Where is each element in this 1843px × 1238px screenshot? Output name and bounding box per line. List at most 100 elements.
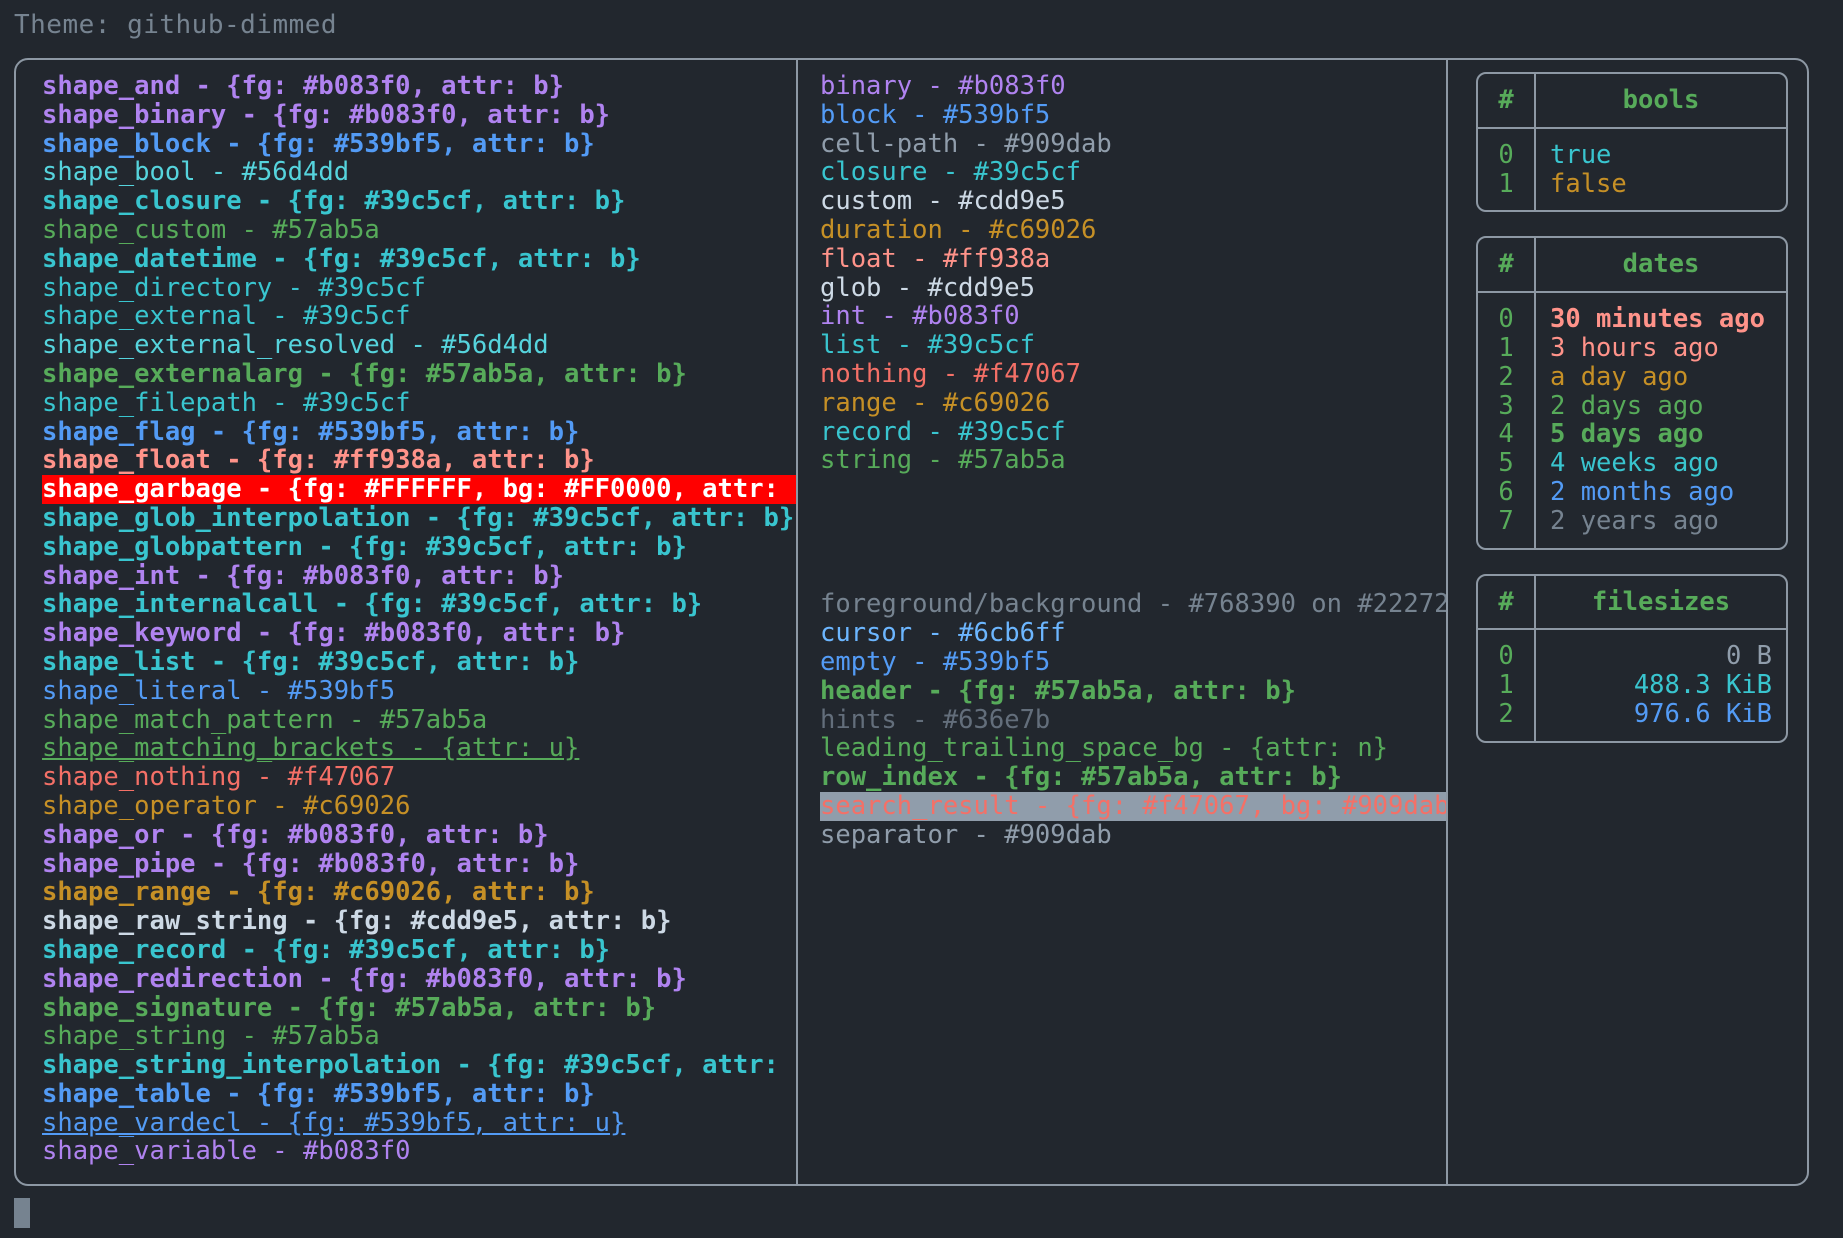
ui-element-line: cursor - #6cb6ff <box>820 619 1446 648</box>
row-index-cell: 0 <box>1478 305 1535 334</box>
row-value-cell: 4 weeks ago <box>1535 449 1786 478</box>
type-line: nothing - #f47067 <box>820 360 1446 389</box>
shape-line: shape_and - {fg: #b083f0, attr: b} <box>42 72 796 101</box>
row-index-cell: 0 <box>1478 642 1535 671</box>
terminal-cursor <box>14 1198 30 1228</box>
row-index-cell: 2 <box>1478 700 1535 729</box>
ui-element-line: leading_trailing_space_bg - {attr: n} <box>820 734 1446 763</box>
shape-line: shape_redirection - {fg: #b083f0, attr: … <box>42 965 796 994</box>
type-line: glob - #cdd9e5 <box>820 274 1446 303</box>
tables-host: #bools0true1false#dates030 minutes ago13… <box>1476 72 1807 743</box>
theme-label: Theme: github-dimmed <box>14 10 337 40</box>
column-header-filesizes: filesizes <box>1535 576 1786 630</box>
shape-line: shape_operator - #c69026 <box>42 792 796 821</box>
type-line: int - #b083f0 <box>820 302 1446 331</box>
ui-element-line: header - {fg: #57ab5a, attr: b} <box>820 677 1446 706</box>
shapes-list: shape_and - {fg: #b083f0, attr: b}shape_… <box>42 72 796 1166</box>
table-pad-bottom <box>1478 536 1786 548</box>
table-row: 45 days ago <box>1478 420 1786 449</box>
column-gap-2 <box>820 533 1446 591</box>
type-line: binary - #b083f0 <box>820 72 1446 101</box>
type-line: record - #39c5cf <box>820 418 1446 447</box>
table-row: 0true <box>1478 141 1786 170</box>
pad-cell <box>1535 198 1786 210</box>
column-header-index: # <box>1478 74 1535 128</box>
theme-preview-panel: shape_and - {fg: #b083f0, attr: b}shape_… <box>14 58 1809 1186</box>
row-value-cell: a day ago <box>1535 363 1786 392</box>
shape-line: shape_external_resolved - #56d4dd <box>42 331 796 360</box>
table-row: 13 hours ago <box>1478 334 1786 363</box>
type-line: cell-path - #909dab <box>820 130 1446 159</box>
shape-line: shape_externalarg - {fg: #57ab5a, attr: … <box>42 360 796 389</box>
table-row: 030 minutes ago <box>1478 305 1786 334</box>
pad-cell <box>1478 198 1535 210</box>
type-line: block - #539bf5 <box>820 101 1446 130</box>
table-pad-bottom <box>1478 729 1786 741</box>
row-value-cell: 30 minutes ago <box>1535 305 1786 334</box>
shape-line: shape_custom - #57ab5a <box>42 216 796 245</box>
shape-line: shape_nothing - #f47067 <box>42 763 796 792</box>
type-line: range - #c69026 <box>820 389 1446 418</box>
shape-line: shape_range - {fg: #c69026, attr: b} <box>42 878 796 907</box>
tables-column: #bools0true1false#dates030 minutes ago13… <box>1448 60 1807 1184</box>
row-value-cell: true <box>1535 141 1786 170</box>
terminal-screen: Theme: github-dimmed shape_and - {fg: #b… <box>0 0 1843 1238</box>
shape-line: shape_garbage - {fg: #FFFFFF, bg: #FF000… <box>42 475 798 504</box>
table-row: 54 weeks ago <box>1478 449 1786 478</box>
ui-element-line: foreground/background - #768390 on #2227… <box>820 590 1446 619</box>
shape-line: shape_external - #39c5cf <box>42 302 796 331</box>
row-value-cell: 5 days ago <box>1535 420 1786 449</box>
row-value-cell: 2 years ago <box>1535 507 1786 536</box>
row-value-cell: 2 days ago <box>1535 392 1786 421</box>
row-index-cell: 1 <box>1478 334 1535 363</box>
shape-line: shape_literal - #539bf5 <box>42 677 796 706</box>
shape-line: shape_raw_string - {fg: #cdd9e5, attr: b… <box>42 907 796 936</box>
ui-element-line: empty - #539bf5 <box>820 648 1446 677</box>
table-filesizes: #filesizes00 B1488.3 KiB2976.6 KiB <box>1476 574 1788 743</box>
row-index-cell: 6 <box>1478 478 1535 507</box>
shape-line: shape_binary - {fg: #b083f0, attr: b} <box>42 101 796 130</box>
row-index-cell: 4 <box>1478 420 1535 449</box>
pad-cell <box>1535 536 1786 548</box>
shape-line: shape_int - {fg: #b083f0, attr: b} <box>42 562 796 591</box>
shape-line: shape_globpattern - {fg: #39c5cf, attr: … <box>42 533 796 562</box>
types-list: binary - #b083f0block - #539bf5cell-path… <box>820 72 1446 475</box>
table-row: 1false <box>1478 170 1786 199</box>
shape-line: shape_or - {fg: #b083f0, attr: b} <box>42 821 796 850</box>
shape-line: shape_signature - {fg: #57ab5a, attr: b} <box>42 994 796 1023</box>
shape-line: shape_directory - #39c5cf <box>42 274 796 303</box>
shape-line: shape_datetime - {fg: #39c5cf, attr: b} <box>42 245 796 274</box>
table-pad-bottom <box>1478 198 1786 210</box>
ui-element-line: hints - #636e7b <box>820 706 1446 735</box>
row-index-cell: 3 <box>1478 392 1535 421</box>
shape-line: shape_table - {fg: #539bf5, attr: b} <box>42 1080 796 1109</box>
table-row: 2a day ago <box>1478 363 1786 392</box>
table-row: 62 months ago <box>1478 478 1786 507</box>
shape-line: shape_variable - #b083f0 <box>42 1137 796 1166</box>
shape-line-wrap: shape_garbage - {fg: #FFFFFF, bg: #FF000… <box>42 475 796 504</box>
column-header-index: # <box>1478 576 1535 630</box>
pad-cell <box>1478 128 1535 141</box>
type-line: float - #ff938a <box>820 245 1446 274</box>
column-header-dates: dates <box>1535 238 1786 292</box>
table-row: 00 B <box>1478 642 1786 671</box>
ui-element-line: search_result - {fg: #f47067, bg: #909da… <box>820 792 1448 821</box>
shape-line: shape_filepath - #39c5cf <box>42 389 796 418</box>
column-header-bools: bools <box>1535 74 1786 128</box>
row-index-cell: 0 <box>1478 141 1535 170</box>
type-line: custom - #cdd9e5 <box>820 187 1446 216</box>
pad-cell <box>1535 128 1786 141</box>
row-value-cell: 976.6 KiB <box>1535 700 1786 729</box>
row-index-cell: 1 <box>1478 170 1535 199</box>
shape-line: shape_record - {fg: #39c5cf, attr: b} <box>42 936 796 965</box>
type-line: duration - #c69026 <box>820 216 1446 245</box>
pad-cell <box>1478 729 1535 741</box>
shape-line: shape_match_pattern - #57ab5a <box>42 706 796 735</box>
row-value-cell: 0 B <box>1535 642 1786 671</box>
shape-line: shape_closure - {fg: #39c5cf, attr: b} <box>42 187 796 216</box>
type-line: string - #57ab5a <box>820 446 1446 475</box>
row-value-cell: false <box>1535 170 1786 199</box>
table-pad-top <box>1478 128 1786 141</box>
table-row: 32 days ago <box>1478 392 1786 421</box>
shape-line: shape_vardecl - {fg: #539bf5, attr: u} <box>42 1109 796 1138</box>
